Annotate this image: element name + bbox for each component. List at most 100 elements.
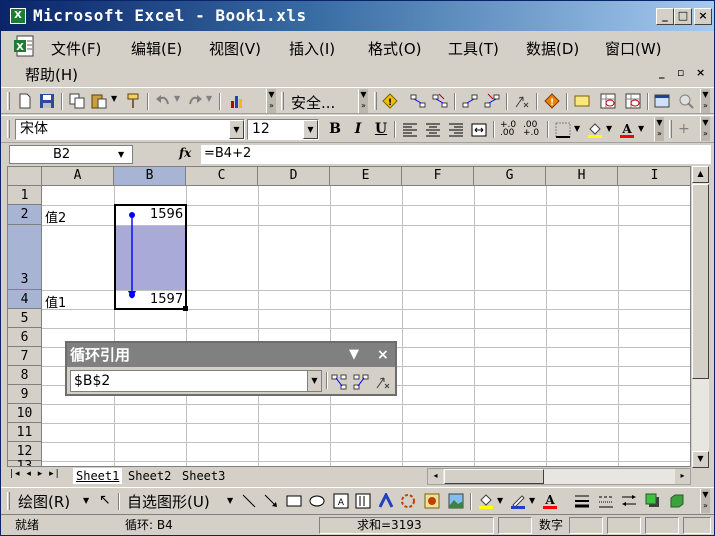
remove-arrows-icon[interactable] [375, 374, 391, 390]
row-header-3[interactable]: 3 [8, 225, 42, 290]
tab-scroll-icons[interactable]: |◂ ◂ ▸ ▸| [10, 469, 61, 479]
crosshair-icon[interactable]: + [678, 121, 690, 137]
scroll-down-icon[interactable]: ▼ [692, 451, 709, 468]
menu-data[interactable]: 数据(D) [526, 38, 579, 59]
minimize-button[interactable]: _ [656, 8, 674, 25]
close-icon[interactable]: × [377, 343, 389, 367]
font-color-icon[interactable]: A [619, 122, 635, 138]
chevron-down-icon[interactable]: ▼ [303, 120, 318, 139]
remove-arrows-icon[interactable] [514, 93, 530, 109]
close-button[interactable]: × [694, 8, 712, 25]
worksheet-grid[interactable]: A B C D E F G H I 1 2 3 4 5 6 7 8 9 10 1… [7, 166, 691, 467]
row-header-9[interactable]: 9 [8, 385, 42, 404]
scroll-thumb[interactable] [692, 184, 709, 379]
row-header-2[interactable]: 2 [8, 205, 42, 225]
align-left-icon[interactable] [402, 122, 418, 138]
underline-button[interactable]: U [372, 121, 390, 137]
workbook-icon[interactable]: X [13, 35, 39, 59]
vertical-text-box-icon[interactable] [355, 493, 371, 509]
chevron-down-icon[interactable]: ▼ [83, 496, 89, 505]
toolbar-grip[interactable] [7, 92, 10, 110]
toolbar-options-icon[interactable]: ▼» [654, 117, 664, 141]
circle-invalid-data-icon[interactable] [600, 93, 616, 109]
title-bar[interactable]: X Microsoft Excel - Book1.xls _ □ × [1, 1, 714, 31]
column-header-f[interactable]: F [402, 167, 474, 186]
redo-icon[interactable] [187, 93, 203, 109]
line-style-icon[interactable] [574, 493, 590, 509]
restore-button[interactable]: □ [674, 8, 692, 25]
text-box-icon[interactable]: A [333, 493, 349, 509]
column-header-e[interactable]: E [330, 167, 402, 186]
scroll-thumb[interactable] [444, 469, 544, 484]
line-color-icon[interactable] [510, 493, 526, 509]
save-icon[interactable] [39, 93, 55, 109]
row-header-10[interactable]: 10 [8, 404, 42, 423]
chevron-down-icon[interactable]: ▼ [229, 120, 244, 139]
row-header-13[interactable]: 13 [8, 460, 42, 466]
select-all-corner[interactable] [8, 167, 42, 186]
doc-minimize-button[interactable]: _ [659, 66, 665, 79]
3d-style-icon[interactable] [669, 493, 685, 509]
chevron-down-icon[interactable]: ▼ [307, 371, 321, 391]
toolbar-grip[interactable] [281, 92, 284, 110]
toolbar-options-icon[interactable]: ▼» [700, 489, 710, 513]
scroll-up-icon[interactable]: ▲ [692, 166, 709, 183]
chevron-down-icon[interactable]: ▼ [497, 496, 503, 505]
trace-error-icon[interactable]: ! [544, 93, 560, 109]
draw-menu-button[interactable]: 绘图(R) [18, 491, 70, 512]
scroll-right-icon[interactable]: ▸ [675, 469, 690, 484]
borders-icon[interactable] [555, 122, 571, 138]
doc-restore-button[interactable]: ▫ [677, 66, 684, 79]
security-button[interactable]: 安全... [291, 92, 335, 113]
row-header-6[interactable]: 6 [8, 328, 42, 347]
column-header-i[interactable]: I [618, 167, 690, 186]
clip-art-icon[interactable] [424, 493, 440, 509]
undo-icon[interactable] [155, 93, 171, 109]
rectangle-icon[interactable] [286, 493, 302, 509]
font-color-dropdown-icon[interactable]: ▼ [638, 124, 644, 133]
excel-icon[interactable]: X [10, 8, 26, 24]
vertical-scrollbar[interactable]: ▲ ▼ [692, 166, 709, 468]
evaluate-formula-icon[interactable] [678, 93, 694, 109]
align-right-icon[interactable] [448, 122, 464, 138]
toolbar-options-icon[interactable]: ▼» [266, 89, 276, 113]
toolbar-grip[interactable] [374, 92, 377, 110]
column-header-g[interactable]: G [474, 167, 546, 186]
toolbar-grip[interactable] [7, 492, 10, 510]
toolbar-grip[interactable] [669, 120, 672, 138]
menu-tools[interactable]: 工具(T) [448, 38, 499, 59]
row-header-1[interactable]: 1 [8, 186, 42, 205]
menu-insert[interactable]: 插入(I) [289, 38, 335, 59]
font-size-select[interactable]: 12 ▼ [247, 119, 319, 140]
line-icon[interactable] [241, 493, 257, 509]
undo-dropdown-icon[interactable]: ▼ [174, 94, 180, 103]
menu-view[interactable]: 视图(V) [209, 38, 261, 59]
row-header-4[interactable]: 4 [8, 290, 42, 309]
arrow-style-icon[interactable] [621, 493, 637, 509]
autoshapes-button[interactable]: 自选图形(U) [127, 491, 210, 512]
toolbar-options-icon[interactable]: ▼» [700, 89, 710, 113]
tab-sheet2[interactable]: Sheet2 [125, 468, 174, 484]
column-header-b[interactable]: B [114, 167, 186, 186]
picture-icon[interactable] [448, 493, 464, 509]
fill-color-icon[interactable] [478, 493, 494, 509]
increase-decimal-icon[interactable]: +.0.00 [500, 121, 516, 138]
chevron-down-icon[interactable]: ▼ [227, 496, 233, 505]
paste-icon[interactable] [91, 93, 107, 109]
menu-format[interactable]: 格式(O) [368, 38, 422, 59]
new-comment-icon[interactable] [574, 93, 590, 109]
row-header-7[interactable]: 7 [8, 347, 42, 366]
shadow-style-icon[interactable] [645, 493, 661, 509]
format-painter-icon[interactable] [125, 93, 141, 109]
redo-dropdown-icon[interactable]: ▼ [206, 94, 212, 103]
cell-a4[interactable]: 值1 [45, 292, 66, 311]
doc-close-button[interactable]: × [696, 66, 705, 79]
trace-precedents-icon[interactable] [353, 374, 369, 390]
toolbar-options-icon[interactable]: ▼» [700, 117, 710, 141]
font-name-select[interactable]: 宋体 ▼ [15, 119, 245, 140]
menu-window[interactable]: 窗口(W) [605, 38, 662, 59]
column-header-c[interactable]: C [186, 167, 258, 186]
tab-sheet3[interactable]: Sheet3 [179, 468, 228, 484]
chevron-down-icon[interactable]: ▼ [118, 146, 124, 163]
merge-center-icon[interactable] [471, 122, 487, 138]
